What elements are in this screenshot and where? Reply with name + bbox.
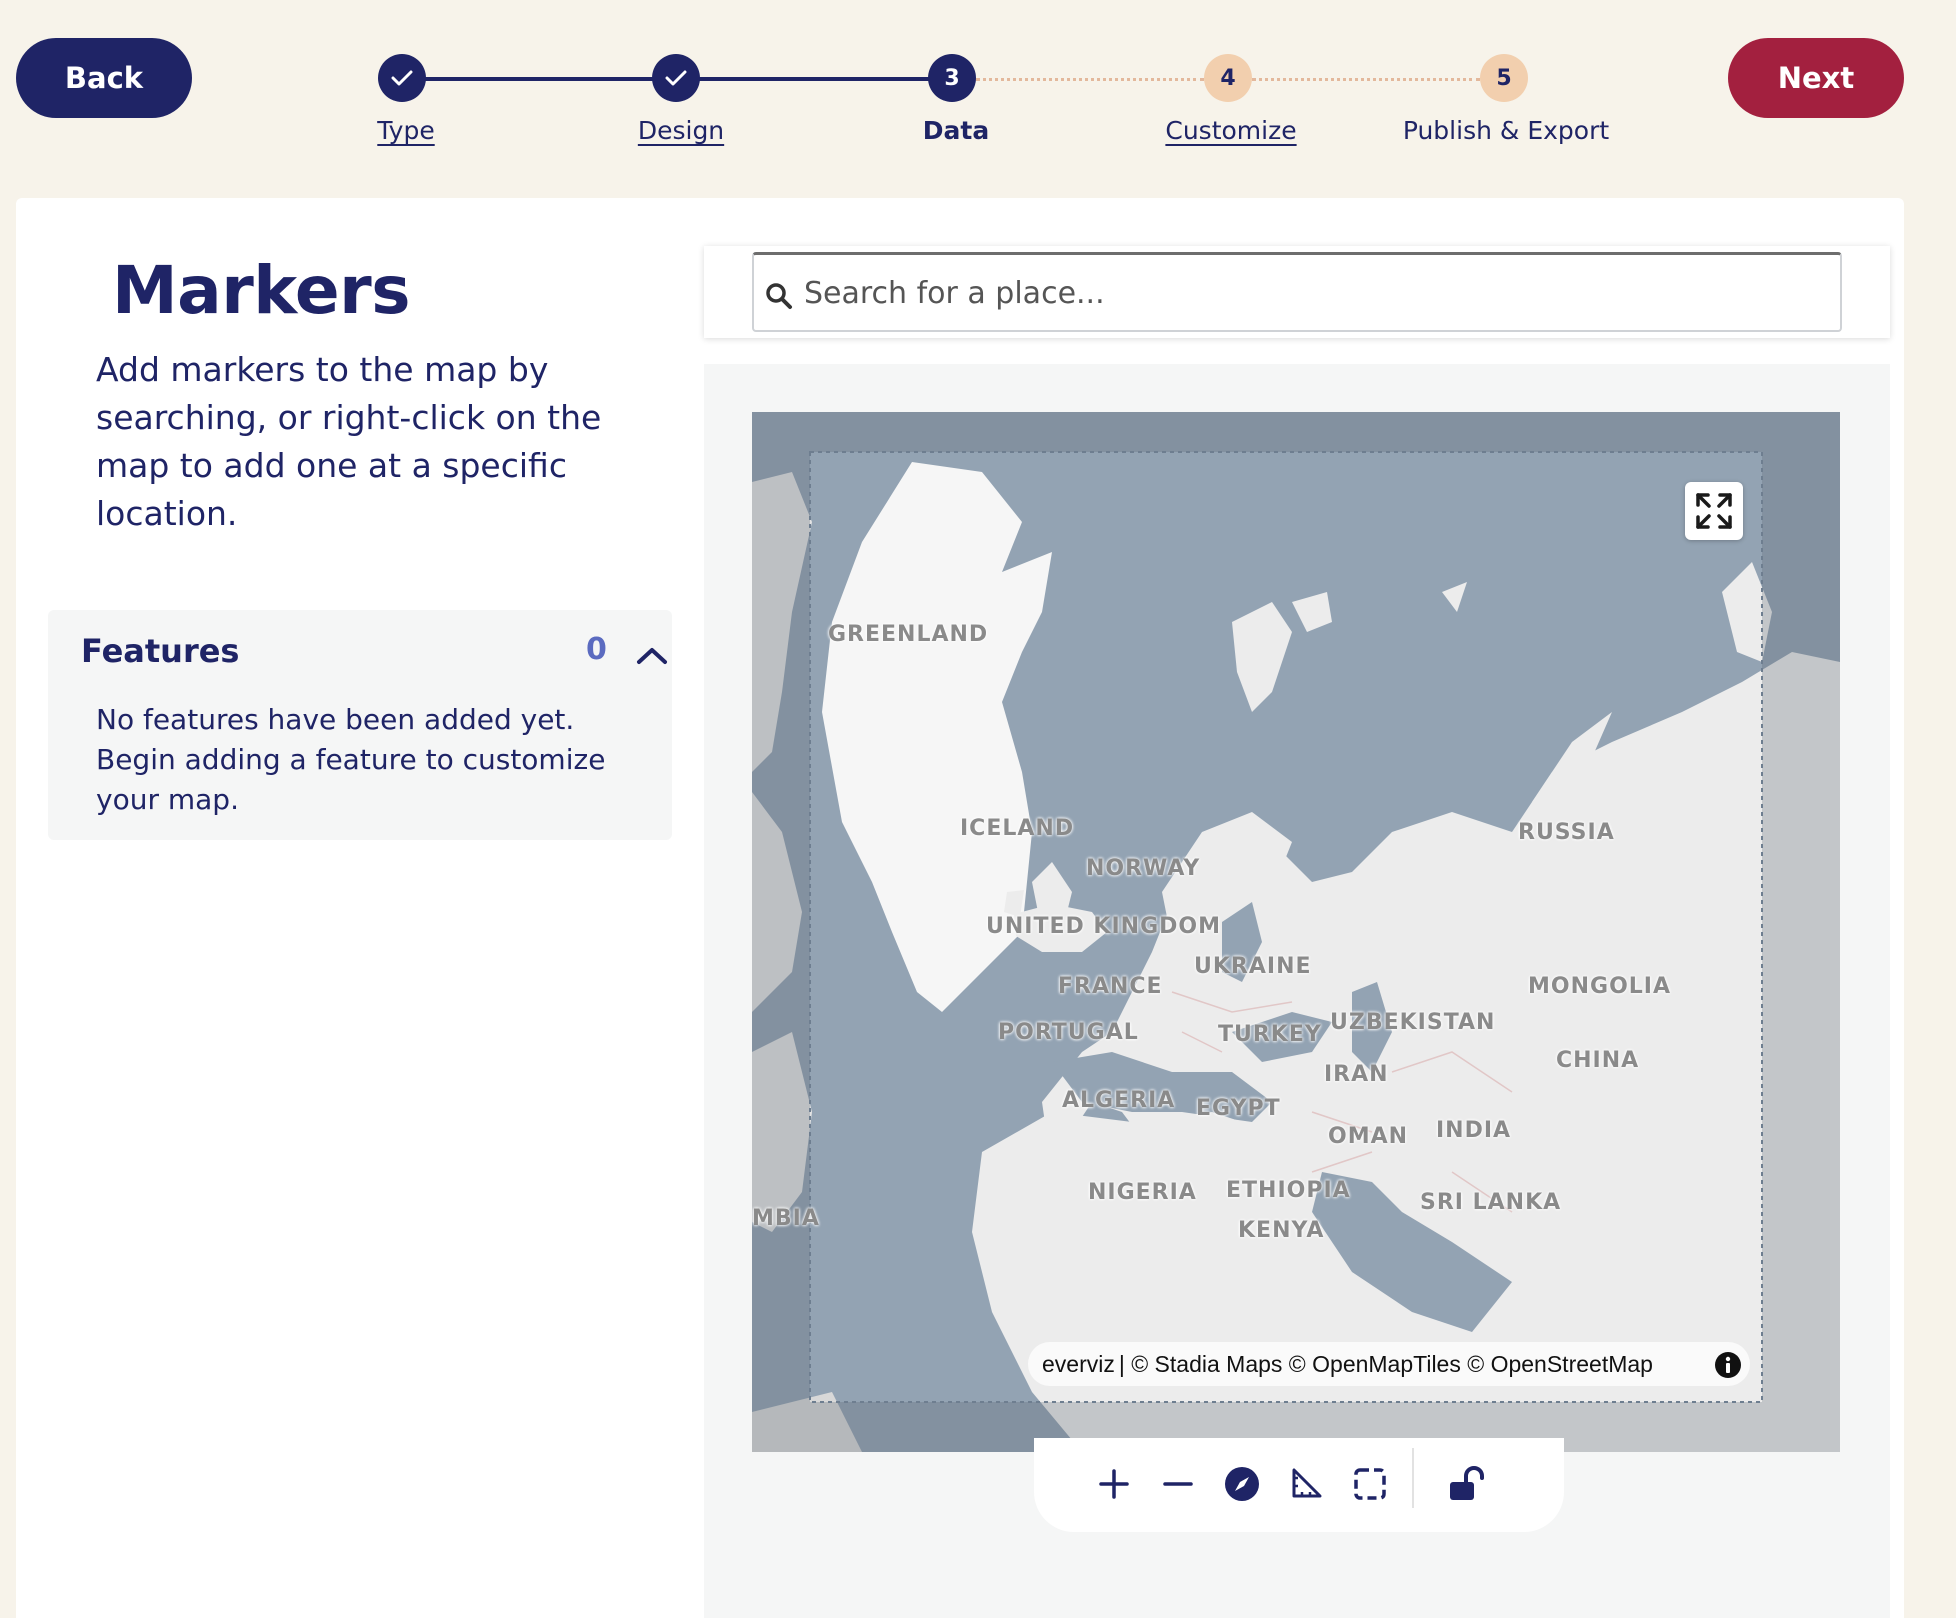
basemap bbox=[752, 412, 1840, 1452]
attribution-text: | © Stadia Maps © OpenMapTiles © OpenStr… bbox=[1118, 1350, 1653, 1377]
info-icon[interactable] bbox=[1714, 1351, 1742, 1379]
search-panel bbox=[704, 246, 1890, 338]
features-empty-message: No features have been added yet. Begin a… bbox=[96, 703, 606, 816]
step-4-number[interactable]: 4 bbox=[1204, 54, 1252, 102]
map-label-russia: RUSSIA bbox=[1518, 820, 1615, 845]
map-label-iran: IRAN bbox=[1324, 1062, 1389, 1087]
check-icon bbox=[665, 70, 687, 86]
map-canvas[interactable]: GREENLAND ICELAND NORWAY RUSSIA UNITED K… bbox=[752, 412, 1840, 1452]
select-area-button[interactable] bbox=[1348, 1462, 1392, 1506]
step-link-design[interactable]: Design bbox=[638, 116, 724, 145]
map-label-mongolia: MONGOLIA bbox=[1528, 974, 1671, 999]
toolbar-divider bbox=[1412, 1448, 1414, 1508]
ruler-angle-icon bbox=[1292, 1468, 1322, 1498]
zoom-in-button[interactable] bbox=[1092, 1462, 1136, 1506]
map-label-kenya: KENYA bbox=[1238, 1218, 1325, 1243]
map-label-nigeria: NIGERIA bbox=[1088, 1180, 1197, 1205]
step-connector-1 bbox=[400, 77, 678, 81]
step-connector-2 bbox=[676, 77, 952, 81]
map-label-india: INDIA bbox=[1436, 1118, 1512, 1143]
minus-icon bbox=[1163, 1482, 1193, 1486]
map-label-france: FRANCE bbox=[1058, 974, 1163, 999]
step-connector-3 bbox=[976, 78, 1204, 81]
selection-box-icon bbox=[1354, 1468, 1386, 1500]
map-label-turkey: TURKEY bbox=[1218, 1022, 1322, 1047]
step-link-type[interactable]: Type bbox=[377, 116, 434, 145]
map-label-egypt: EGYPT bbox=[1196, 1096, 1281, 1121]
map-label-sri-lanka: SRI LANKA bbox=[1420, 1190, 1562, 1215]
fullscreen-button[interactable] bbox=[1685, 482, 1743, 540]
editor-card: Markers Add markers to the map by search… bbox=[16, 198, 1904, 1618]
map-panel: GREENLAND ICELAND NORWAY RUSSIA UNITED K… bbox=[704, 364, 1890, 1618]
check-icon bbox=[391, 70, 413, 86]
map-label-norway: NORWAY bbox=[1086, 856, 1201, 881]
map-label-ukraine: UKRAINE bbox=[1194, 954, 1312, 979]
search-input[interactable] bbox=[804, 269, 1804, 317]
step-2-done[interactable] bbox=[652, 54, 700, 102]
map-label-uzbekistan: UZBEKISTAN bbox=[1330, 1010, 1496, 1035]
step-1-done[interactable] bbox=[378, 54, 426, 102]
search-icon bbox=[766, 283, 792, 309]
step-3-number: 3 bbox=[928, 54, 976, 102]
map-label-iceland: ICELAND bbox=[960, 816, 1075, 841]
attribution-brand-link[interactable]: everviz bbox=[1042, 1351, 1115, 1378]
progress-stepper: 3 4 5 Type Design Data Customize Publish… bbox=[0, 0, 1956, 160]
compass-icon bbox=[1225, 1467, 1259, 1501]
zoom-out-button[interactable] bbox=[1156, 1462, 1200, 1506]
lock-map-button[interactable] bbox=[1444, 1462, 1488, 1506]
search-box bbox=[752, 252, 1842, 332]
features-title: Features bbox=[81, 632, 240, 670]
map-label-ethiopia: ETHIOPIA bbox=[1226, 1178, 1351, 1203]
map-label-oman: OMAN bbox=[1328, 1124, 1409, 1149]
map-label-portugal: PORTUGAL bbox=[998, 1020, 1139, 1045]
map-label-zambia-partial: MBIA bbox=[752, 1206, 820, 1231]
map-label-algeria: ALGERIA bbox=[1062, 1088, 1176, 1113]
step-connector-4 bbox=[1252, 78, 1480, 81]
step-label-data: Data bbox=[922, 116, 990, 145]
step-link-customize[interactable]: Customize bbox=[1165, 116, 1296, 145]
map-attribution: everviz | © Stadia Maps © OpenMapTiles ©… bbox=[1028, 1342, 1750, 1386]
step-label-publish-export[interactable]: Publish & Export bbox=[1403, 116, 1609, 145]
page-title: Markers bbox=[112, 252, 410, 329]
measure-button[interactable] bbox=[1284, 1462, 1328, 1506]
page-description: Add markers to the map by searching, or … bbox=[96, 350, 602, 533]
expand-icon bbox=[1696, 493, 1732, 529]
chevron-up-icon[interactable] bbox=[634, 642, 670, 670]
step-5-number[interactable]: 5 bbox=[1480, 54, 1528, 102]
map-label-china: CHINA bbox=[1556, 1048, 1640, 1073]
features-count-badge: 0 bbox=[586, 632, 607, 667]
features-section: Features 0 No features have been added y… bbox=[48, 610, 672, 840]
next-button[interactable]: Next bbox=[1728, 38, 1904, 118]
map-label-united-kingdom: UNITED KINGDOM bbox=[986, 914, 1221, 939]
plus-icon bbox=[1099, 1469, 1129, 1499]
map-label-greenland: GREENLAND bbox=[828, 622, 989, 647]
reset-bearing-button[interactable] bbox=[1220, 1462, 1264, 1506]
unlock-icon bbox=[1450, 1466, 1484, 1500]
map-toolbar bbox=[1034, 1438, 1564, 1532]
